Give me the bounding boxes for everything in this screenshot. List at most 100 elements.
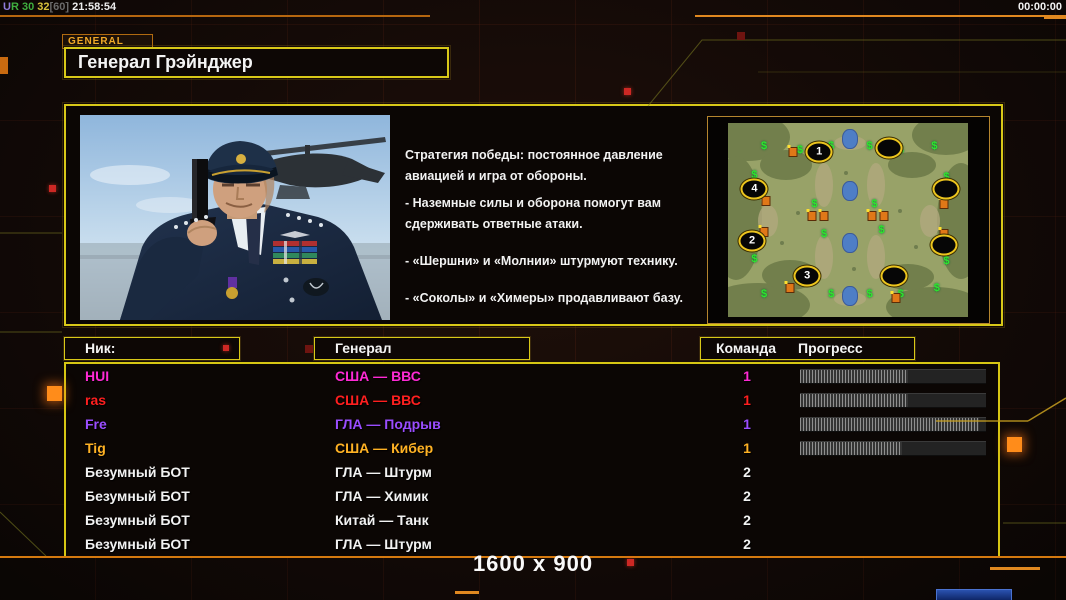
minimap: $$$$$$$$$$$$$$$$$$$1423 <box>707 116 990 324</box>
header-team-label: Команда <box>716 340 776 356</box>
player-rows: HUI США — ВВС 1 ras США — ВВС 1 Fre ГЛА — Подры… <box>66 364 998 556</box>
general-info-panel: Стратегия победы: постоянное давление ав… <box>62 102 1005 328</box>
player-general: ГЛА — Штурм <box>335 536 432 552</box>
start-position-3: 3 <box>793 265 821 287</box>
accent-square <box>47 386 62 401</box>
supply-dock-icon: $ <box>866 287 873 300</box>
supply-dock-icon: $ <box>760 287 768 300</box>
supply-dock-icon: $ <box>931 140 938 153</box>
player-team: 2 <box>743 512 751 528</box>
player-general: ГЛА — Химик <box>335 488 429 504</box>
supply-dock-icon: $ <box>871 198 878 211</box>
top-right-divider <box>695 15 1066 17</box>
progress-fill <box>800 394 908 407</box>
oil-derrick-icon <box>760 193 771 206</box>
player-general: США — ВВС <box>335 368 421 384</box>
player-row: Безумный БОТ ГЛА — Химик 2 <box>66 484 998 508</box>
start-position <box>932 178 960 200</box>
loading-screen: UR 30 32[60] 21:58:54 00:00:00 GENERAL Г… <box>0 0 1066 600</box>
header-progress-label: Прогресс <box>798 340 863 356</box>
oil-derrick-icon <box>784 280 795 293</box>
player-nick: Безумный БОТ <box>85 464 190 480</box>
accent-square <box>1007 437 1022 452</box>
player-nick: Безумный БОТ <box>85 536 190 552</box>
player-nick: Безумный БОТ <box>85 512 190 528</box>
player-nick: Безумный БОТ <box>85 488 190 504</box>
strategy-text: Стратегия победы: постоянное давление ав… <box>405 145 705 325</box>
supply-dock-icon: $ <box>811 198 818 211</box>
resolution-label: 1600 x 900 <box>472 551 594 576</box>
oil-derrick-icon <box>866 209 877 222</box>
player-general: Китай — Танк <box>335 512 429 528</box>
oil-derrick-icon <box>787 145 798 158</box>
player-row: Tig США — Кибер 1 <box>66 436 998 460</box>
player-team: 1 <box>743 392 751 408</box>
accent-square <box>624 88 631 95</box>
player-general: ГЛА — Штурм <box>335 464 432 480</box>
player-table: HUI США — ВВС 1 ras США — ВВС 1 Fre ГЛА — Подры… <box>64 362 1000 558</box>
debug-readout: UR 30 32[60] 21:58:54 <box>3 1 117 13</box>
strategy-paragraph: - Наземные силы и оборона помогут вам сд… <box>405 196 661 231</box>
top-left-divider <box>0 15 430 17</box>
oil-derrick-icon <box>938 197 949 210</box>
strategy-paragraph: - «Соколы» и «Химеры» продавливают базу. <box>405 291 683 305</box>
player-general: США — ВВС <box>335 392 421 408</box>
progress-bar <box>800 393 986 408</box>
supply-dock-icon: $ <box>796 144 804 157</box>
start-position-2: 2 <box>738 230 766 252</box>
accent-dash <box>455 591 479 594</box>
oil-derrick-icon <box>818 209 829 222</box>
player-row: Fre ГЛА — Подрыв 1 <box>66 412 998 436</box>
player-nick: Fre <box>85 416 107 432</box>
supply-dock-icon: $ <box>878 223 885 236</box>
lake <box>842 285 859 306</box>
start-position <box>880 265 908 287</box>
header-nick: Ник: <box>63 336 241 361</box>
supply-dock-icon: $ <box>933 281 940 294</box>
strategy-paragraph: Стратегия победы: постоянное давление ав… <box>405 148 663 183</box>
player-general: ГЛА — Подрыв <box>335 416 441 432</box>
oil-derrick-icon <box>890 290 901 303</box>
start-position-4: 4 <box>740 178 768 200</box>
supply-dock-icon: $ <box>943 254 950 267</box>
player-team: 2 <box>743 488 751 504</box>
accent-square <box>305 345 313 353</box>
header-general: Генерал <box>313 336 531 361</box>
accent-square <box>223 345 229 351</box>
strategy-paragraph: - «Шершни» и «Молнии» штурмуют технику. <box>405 254 678 268</box>
player-team: 1 <box>743 368 751 384</box>
player-general: США — Кибер <box>335 440 434 456</box>
player-nick: Tig <box>85 440 106 456</box>
header-team-progress: Команда Прогресс <box>699 336 916 361</box>
progress-bar <box>800 417 986 432</box>
accent-dash <box>990 567 1040 570</box>
start-position-1: 1 <box>805 141 833 163</box>
general-portrait <box>80 115 390 320</box>
supply-dock-icon: $ <box>820 227 828 240</box>
player-team: 2 <box>743 536 751 552</box>
progress-fill <box>800 442 903 455</box>
lake <box>842 128 859 149</box>
player-team: 2 <box>743 464 751 480</box>
minimap-terrain: $$$$$$$$$$$$$$$$$$$1423 <box>728 123 968 317</box>
accent-dash <box>1044 16 1066 19</box>
player-team: 1 <box>743 440 751 456</box>
progress-bar <box>800 441 986 456</box>
progress-fill <box>800 418 979 431</box>
bottom-right-badge <box>936 589 1012 600</box>
accent-square <box>627 559 634 566</box>
lake <box>842 180 859 201</box>
oil-derrick-icon <box>806 209 817 222</box>
player-nick: HUI <box>85 368 110 384</box>
supply-dock-icon: $ <box>760 140 768 153</box>
player-row: Безумный БОТ ГЛА — Штурм 2 <box>66 460 998 484</box>
oil-derrick-icon <box>878 209 889 222</box>
match-timer: 00:00:00 <box>1017 1 1062 13</box>
player-row: Безумный БОТ Китай — Танк 2 <box>66 508 998 532</box>
start-position <box>875 137 903 159</box>
start-position <box>930 234 958 256</box>
accent-square <box>737 32 745 40</box>
player-row: ras США — ВВС 1 <box>66 388 998 412</box>
supply-dock-icon: $ <box>751 252 758 265</box>
lake <box>842 233 859 254</box>
